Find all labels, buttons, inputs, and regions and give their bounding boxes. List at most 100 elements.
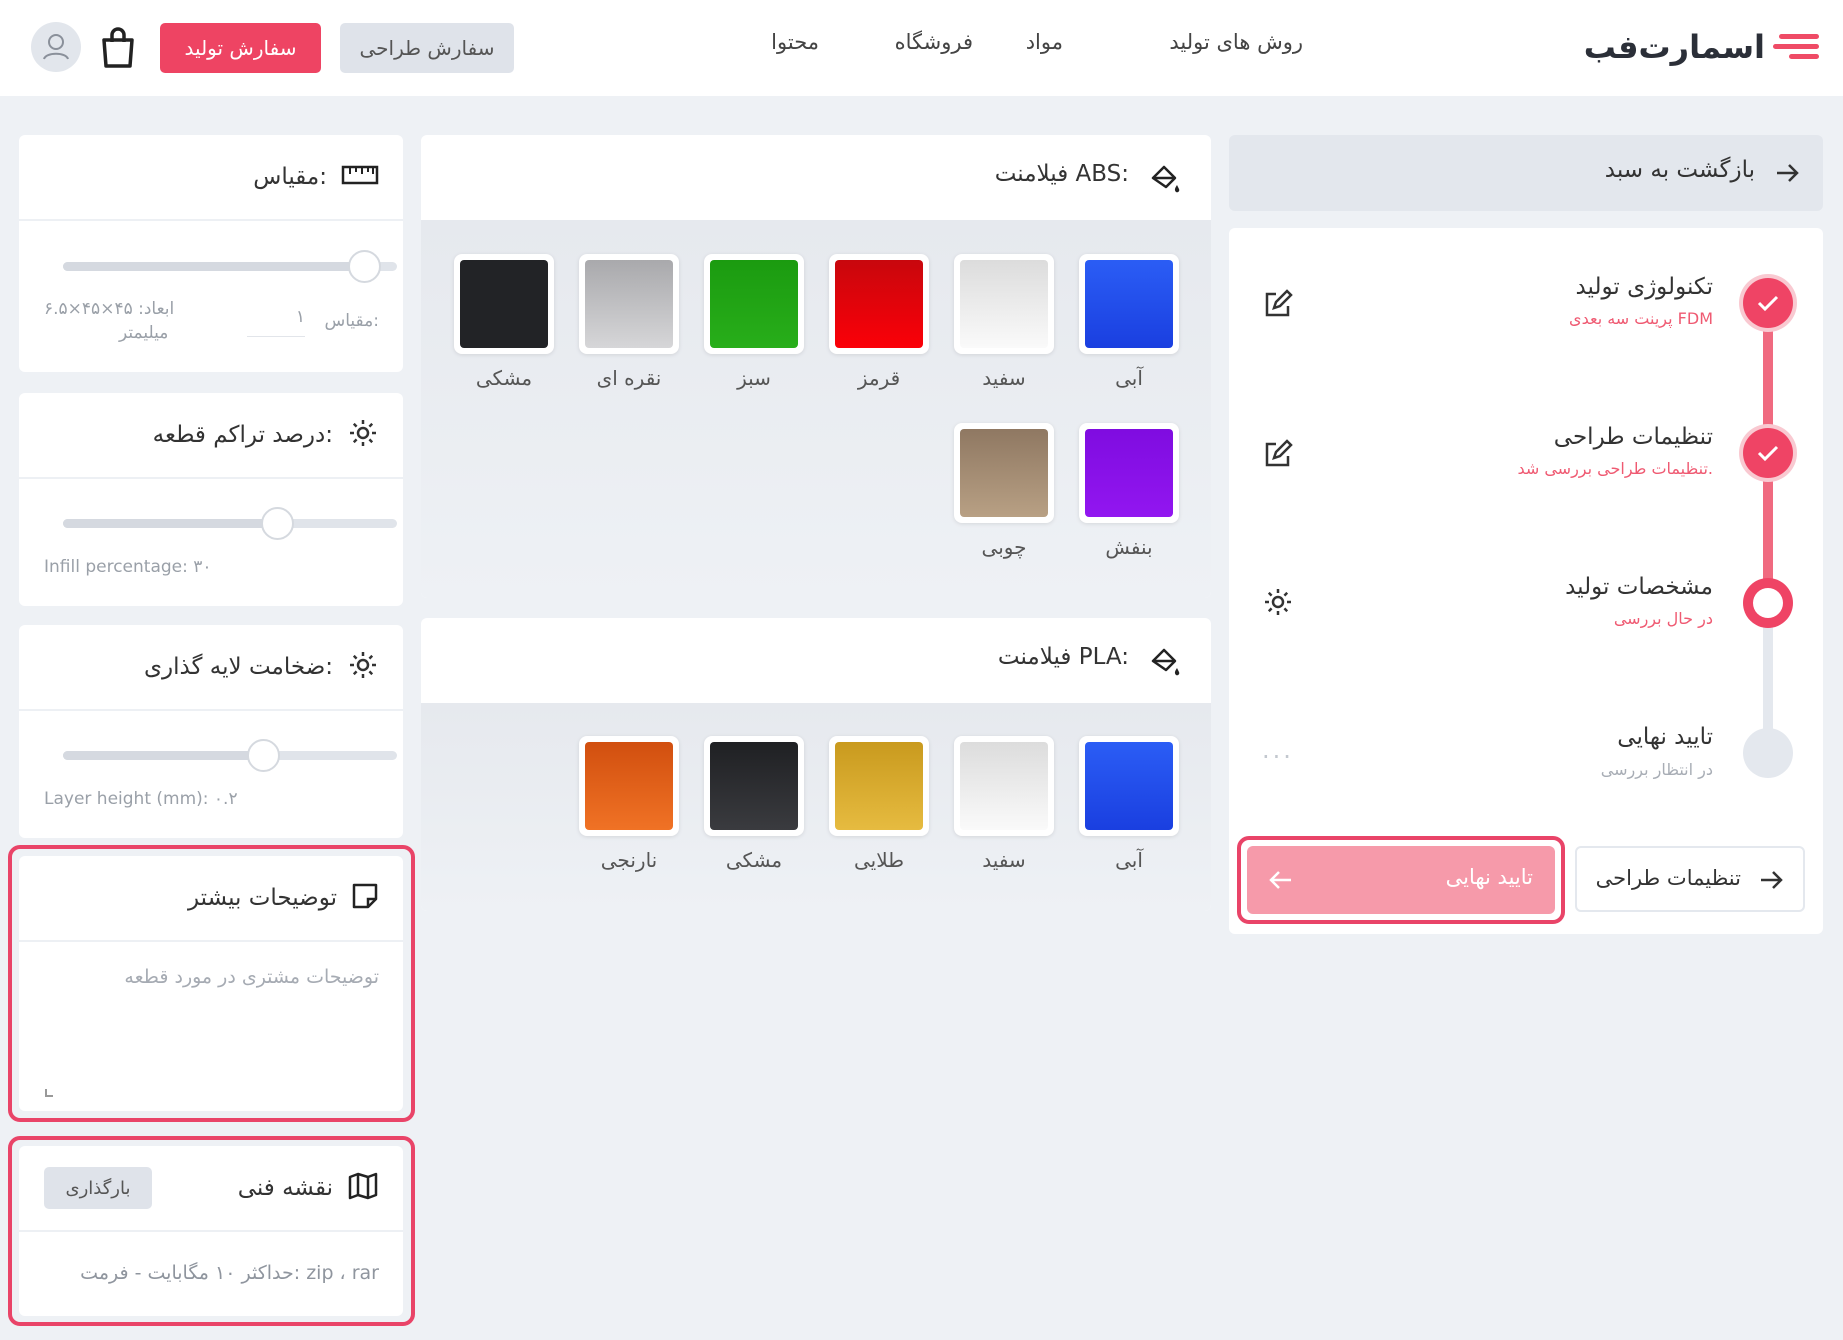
abs-label-purple: بنفش (1105, 535, 1153, 559)
abs-label-blue: آبی (1115, 366, 1143, 390)
nav-shop[interactable]: فروشگاه (895, 30, 973, 54)
abs-swatch-purple[interactable] (1079, 423, 1179, 523)
abs-label-white: سفید (982, 366, 1026, 390)
nav-materials[interactable]: مواد (1026, 30, 1063, 54)
notes-placeholder: توضیحات مشتری در مورد قطعه (124, 966, 379, 988)
pla-label-blue: آبی (1115, 848, 1143, 872)
step-3-title: مشخصات تولید (1565, 574, 1713, 600)
abs-swatch-green[interactable] (704, 254, 804, 354)
design-settings-label: تنظیمات طراحی (1595, 866, 1741, 890)
infill-title: درصد تراکم قطعه: (152, 422, 333, 448)
abs-card-header: فیلامنت ABS: (421, 135, 1211, 221)
layer-caption: Layer height (mm): ۰.۲ (44, 789, 238, 809)
drawing-hint: حداکثر ۱۰ مگابایت - فرمت: zip ، rar (80, 1262, 379, 1284)
abs-label-wood: چوبی (981, 535, 1027, 559)
pla-swatch-orange[interactable] (579, 736, 679, 836)
design-order-button[interactable]: سفارش طراحی (340, 23, 514, 73)
arrow-right-icon (1773, 159, 1801, 191)
gear-icon (347, 417, 379, 453)
step-1-edit-icon[interactable] (1262, 288, 1294, 324)
technical-drawing-card: نقشه فنی بارگذاری حداکثر ۱۰ مگابایت - فر… (19, 1146, 403, 1316)
map-icon (347, 1172, 379, 1204)
paint-bucket-icon (1149, 161, 1181, 199)
scale-slider-fill (63, 262, 364, 271)
pla-swatch-blue[interactable] (1079, 736, 1179, 836)
step-3-gear-icon[interactable] (1262, 586, 1294, 622)
layer-card-header: ضخامت لایه گذاری: (19, 625, 403, 711)
pla-title: فیلامنت PLA: (997, 644, 1129, 670)
scale-card: مقیاس: مقیاس: ۱ ابعاد: ۴۵×۴۵×۶.۵ میلیمتر (19, 135, 403, 372)
infill-caption: Infill percentage: ۳۰ (44, 557, 212, 577)
abs-label-silver: نقره ای (596, 366, 662, 390)
ruler-icon (341, 164, 379, 190)
scale-card-header: مقیاس: (19, 135, 403, 221)
abs-label-red: قرمز (857, 366, 901, 390)
logo-text: اسمارت‌فب (1583, 28, 1765, 66)
final-confirm-label: تایید نهایی (1445, 865, 1533, 889)
notes-card-header: توضیحات بیشتر (19, 856, 403, 942)
step-3-current-icon (1743, 578, 1793, 628)
abs-swatch-blue[interactable] (1079, 254, 1179, 354)
step-1-check-icon (1743, 278, 1793, 328)
back-to-cart-button[interactable]: بازگشت به سبد (1229, 135, 1823, 211)
shopping-bag-icon[interactable] (98, 26, 138, 70)
drawing-title: نقشه فنی (237, 1175, 333, 1201)
arrow-left-icon (1267, 866, 1295, 898)
infill-card: درصد تراکم قطعه: Infill percentage: ۳۰ (19, 393, 403, 606)
abs-label-black: مشکی (475, 366, 533, 390)
production-order-button[interactable]: سفارش تولید (160, 23, 321, 73)
scale-input[interactable]: ۱ (247, 307, 305, 337)
scale-slider[interactable] (63, 250, 397, 283)
back-to-cart-label: بازگشت به سبد (1604, 157, 1755, 183)
abs-title: فیلامنت ABS: (994, 161, 1129, 187)
user-avatar-icon[interactable] (31, 22, 81, 72)
abs-label-green: سبز (737, 366, 771, 390)
logo-mark-icon (1773, 30, 1819, 64)
layer-slider-handle[interactable] (247, 739, 281, 772)
step-2-edit-icon[interactable] (1262, 438, 1294, 474)
sticky-note-icon (351, 882, 379, 914)
step-4-subtitle: در انتظار بررسی (1600, 760, 1713, 779)
step-3-subtitle: در حال بررسی (1613, 609, 1713, 628)
step-1-title: تکنولوژی تولید (1575, 274, 1713, 300)
abs-swatch-red[interactable] (829, 254, 929, 354)
gear-icon (347, 649, 379, 685)
infill-slider-fill (63, 519, 277, 528)
step-2-title: تنظیمات طراحی (1553, 424, 1713, 450)
abs-swatch-wood[interactable] (954, 423, 1054, 523)
design-settings-button[interactable]: تنظیمات طراحی (1575, 846, 1805, 912)
scale-slider-handle[interactable] (347, 250, 381, 283)
abs-swatch-silver[interactable] (579, 254, 679, 354)
stepper-panel (1229, 228, 1823, 934)
notes-card: توضیحات بیشتر توضیحات مشتری در مورد قطعه (19, 856, 403, 1111)
layer-slider[interactable] (63, 739, 397, 772)
step-2-check-icon (1743, 428, 1793, 478)
pla-label-gold: طلایی (853, 848, 905, 872)
nav-production-methods[interactable]: روش های تولید (1169, 30, 1303, 54)
paint-bucket-icon (1149, 644, 1181, 682)
step-1-subtitle: پرینت سه بعدی FDM (1569, 309, 1713, 328)
resize-handle-icon[interactable] (45, 1089, 53, 1097)
top-header: اسمارت‌فب روش های تولید مواد فروشگاه محت… (0, 0, 1843, 96)
abs-swatch-white[interactable] (954, 254, 1054, 354)
notes-title: توضیحات بیشتر (187, 885, 337, 911)
nav-content[interactable]: محتوا (771, 30, 819, 54)
pla-swatch-black[interactable] (704, 736, 804, 836)
upload-button[interactable]: بارگذاری (44, 1167, 152, 1209)
layer-slider-fill (63, 751, 264, 760)
infill-slider-handle[interactable] (260, 507, 294, 540)
scale-unit: میلیمتر (119, 323, 169, 343)
step-4-pending-icon (1743, 728, 1793, 778)
pla-swatch-gold[interactable] (829, 736, 929, 836)
pla-card-header: فیلامنت PLA: (421, 618, 1211, 704)
infill-slider[interactable] (63, 507, 397, 540)
final-confirm-button[interactable]: تایید نهایی (1247, 846, 1555, 914)
pla-label-black: مشکی (725, 848, 783, 872)
logo[interactable]: اسمارت‌فب (1584, 22, 1819, 72)
pla-label-orange: نارنجی (600, 848, 658, 872)
notes-textarea[interactable]: توضیحات مشتری در مورد قطعه (19, 944, 403, 1111)
abs-swatch-black[interactable] (454, 254, 554, 354)
pla-swatch-white[interactable] (954, 736, 1054, 836)
layer-height-card: ضخامت لایه گذاری: Layer height (mm): ۰.۲ (19, 625, 403, 838)
step-2-subtitle: تنظیمات طراحی بررسی شد. (1517, 459, 1713, 478)
